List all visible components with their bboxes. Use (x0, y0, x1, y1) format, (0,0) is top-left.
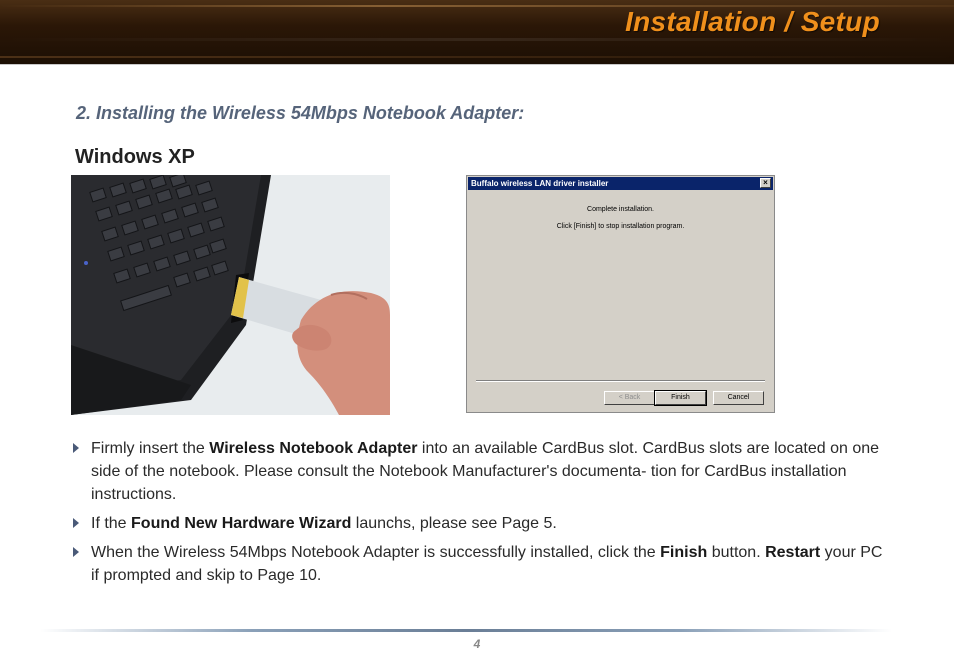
finish-button[interactable]: Finish (654, 390, 707, 406)
dialog-divider (476, 380, 765, 382)
footer-divider (40, 629, 892, 632)
header-divider (0, 64, 954, 65)
header-decoration (0, 56, 954, 58)
page-title: Installation / Setup (625, 6, 880, 37)
emphasis: Restart (765, 544, 821, 561)
list-item: Firmly insert the Wireless Notebook Adap… (73, 437, 883, 506)
emphasis: Wireless Notebook Adapter (209, 440, 418, 457)
dialog-message: Complete installation. (587, 206, 654, 213)
dialog-titlebar: Buffalo wireless LAN driver installer × (468, 177, 773, 190)
instruction-list: Firmly insert the Wireless Notebook Adap… (73, 437, 883, 593)
bullet-arrow-icon (73, 443, 79, 453)
emphasis: Finish (660, 544, 708, 561)
list-item: If the Found New Hardware Wizard launchs… (73, 512, 883, 535)
bullet-arrow-icon (73, 547, 79, 557)
notebook-adapter-photo (71, 175, 390, 415)
dialog-instruction: Click [Finish] to stop installation prog… (556, 223, 685, 230)
dialog-title: Buffalo wireless LAN driver installer (471, 179, 609, 188)
installer-dialog: Buffalo wireless LAN driver installer × … (466, 175, 775, 413)
header-bar: Installation / Setup (0, 0, 954, 64)
close-icon[interactable]: × (760, 178, 771, 188)
back-button[interactable]: < Back (604, 391, 655, 405)
list-item: When the Wireless 54Mbps Notebook Adapte… (73, 541, 883, 587)
cancel-button[interactable]: Cancel (713, 391, 764, 405)
bullet-arrow-icon (73, 518, 79, 528)
emphasis: Found New Hardware Wizard (131, 515, 352, 532)
section-heading: 2. Installing the Wireless 54Mbps Notebo… (76, 103, 525, 123)
os-label: Windows XP (75, 146, 195, 168)
page-number: 4 (473, 637, 481, 651)
